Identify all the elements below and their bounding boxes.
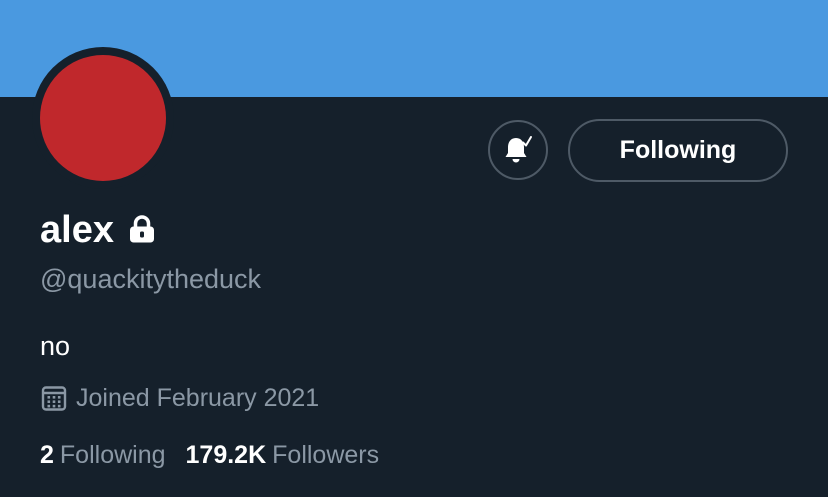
lock-icon	[126, 214, 158, 246]
following-stat-link[interactable]: 2 Following	[40, 441, 166, 470]
display-name: alex	[40, 209, 114, 251]
notifications-button[interactable]	[488, 120, 548, 180]
followers-label: Followers	[272, 440, 380, 469]
name-row: alex	[40, 205, 158, 255]
follow-stats: 2 Following 179.2K Followers	[40, 438, 379, 472]
followers-stat-link[interactable]: 179.2K Followers	[186, 441, 380, 470]
profile-header: Following alex @quackitytheduck no Joine…	[0, 0, 828, 497]
following-button[interactable]: Following	[568, 119, 788, 182]
following-label: Following	[59, 440, 166, 469]
followers-count: 179.2K	[185, 440, 267, 469]
avatar[interactable]	[40, 55, 166, 181]
joined-date: Joined February 2021	[40, 381, 319, 415]
calendar-icon	[40, 384, 68, 412]
bell-with-check-icon	[501, 133, 535, 167]
joined-label: Joined February 2021	[76, 383, 320, 412]
profile-handle: @quackitytheduck	[40, 264, 262, 294]
profile-bio: no	[40, 331, 71, 361]
following-count: 2	[40, 440, 54, 469]
